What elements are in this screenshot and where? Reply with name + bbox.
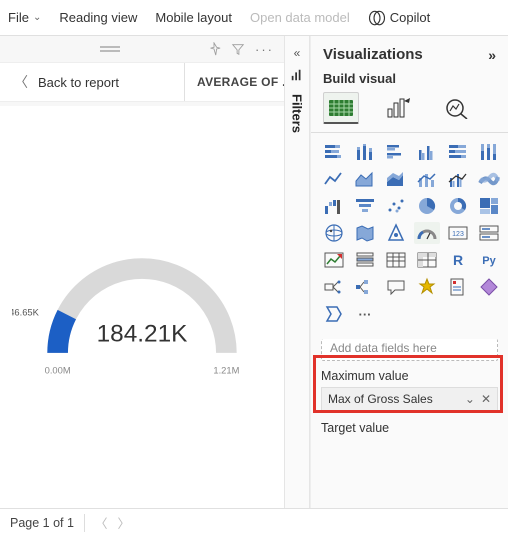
svg-text:123: 123 bbox=[452, 231, 464, 238]
viz-kpi[interactable] bbox=[321, 249, 347, 271]
build-visual-label: Build visual bbox=[311, 71, 508, 92]
field-chip-text: Max of Gross Sales bbox=[328, 392, 433, 406]
viz-paginated-report[interactable] bbox=[445, 276, 471, 298]
menu-mobile-layout[interactable]: Mobile layout bbox=[155, 10, 232, 25]
field-wells: Add data fields here Maximum value Max o… bbox=[311, 325, 508, 508]
menu-file[interactable]: File ⌄ bbox=[8, 10, 41, 25]
menu-file-label: File bbox=[8, 10, 29, 25]
viz-line[interactable] bbox=[321, 168, 347, 190]
viz-card[interactable]: 123 bbox=[445, 222, 471, 244]
filters-pane-collapsed[interactable]: « Filters bbox=[284, 36, 310, 508]
filter-icon[interactable] bbox=[231, 42, 245, 56]
visual-title: AVERAGE OF ... bbox=[184, 63, 284, 101]
chevron-left-icon: 〈 bbox=[14, 72, 28, 92]
viz-power-apps[interactable] bbox=[476, 276, 502, 298]
viz-matrix[interactable] bbox=[414, 249, 440, 271]
viz-100-stacked-bar[interactable] bbox=[445, 141, 471, 163]
viz-gauge[interactable] bbox=[414, 222, 440, 244]
viz-donut[interactable] bbox=[445, 195, 471, 217]
top-menu-bar: File ⌄ Reading view Mobile layout Open d… bbox=[0, 0, 508, 36]
viz-key-influencers[interactable] bbox=[321, 276, 347, 298]
gauge-chart[interactable]: 184.21K 0.00M 1.21M 146.65K bbox=[0, 106, 284, 508]
menu-copilot[interactable]: Copilot bbox=[368, 9, 430, 27]
viz-r-visual[interactable]: R bbox=[445, 249, 471, 271]
viz-ribbon[interactable] bbox=[476, 168, 502, 190]
viz-slicer[interactable] bbox=[352, 249, 378, 271]
viz-stacked-column[interactable] bbox=[352, 141, 378, 163]
close-icon[interactable]: ✕ bbox=[481, 392, 491, 406]
viz-scatter[interactable] bbox=[383, 195, 409, 217]
viz-azure-map[interactable] bbox=[383, 222, 409, 244]
gauge-side-label: 146.65K bbox=[12, 307, 40, 317]
page-prev-icon[interactable]: 〈 bbox=[95, 513, 108, 532]
target-value-label: Target value bbox=[321, 421, 498, 435]
status-bar: Page 1 of 1 〈 〉 bbox=[0, 508, 508, 536]
viz-100-stacked-column[interactable] bbox=[476, 141, 502, 163]
gauge-center-value: 184.21K bbox=[97, 320, 188, 347]
drag-handle-icon[interactable] bbox=[100, 46, 120, 52]
svg-text:Py: Py bbox=[482, 255, 496, 267]
viz-map[interactable] bbox=[321, 222, 347, 244]
page-next-icon[interactable]: 〉 bbox=[117, 513, 130, 532]
copilot-icon bbox=[368, 9, 386, 27]
viz-python-visual[interactable]: Py bbox=[476, 249, 502, 271]
page-nav: 〈 〉 bbox=[95, 513, 130, 532]
viz-area[interactable] bbox=[352, 168, 378, 190]
menu-reading-view[interactable]: Reading view bbox=[59, 10, 137, 25]
viz-line-stacked-column[interactable] bbox=[414, 168, 440, 190]
viz-waterfall[interactable] bbox=[321, 195, 347, 217]
maximum-value-field[interactable]: Max of Gross Sales ⌄ ✕ bbox=[321, 387, 498, 411]
viz-clustered-column[interactable] bbox=[414, 141, 440, 163]
viz-smart-narrative[interactable] bbox=[414, 276, 440, 298]
back-label: Back to report bbox=[38, 75, 119, 90]
viz-decomposition-tree[interactable] bbox=[352, 276, 378, 298]
viz-pie[interactable] bbox=[414, 195, 440, 217]
viz-clustered-bar[interactable] bbox=[383, 141, 409, 163]
svg-text:R: R bbox=[453, 252, 463, 268]
chevron-left-icon[interactable]: « bbox=[294, 46, 301, 60]
chevron-down-icon[interactable]: ⌄ bbox=[465, 392, 475, 406]
menu-copilot-label: Copilot bbox=[390, 10, 430, 25]
menu-open-data-model: Open data model bbox=[250, 10, 350, 25]
viz-table[interactable] bbox=[383, 249, 409, 271]
maximum-value-label: Maximum value bbox=[321, 369, 498, 383]
viz-funnel[interactable] bbox=[352, 195, 378, 217]
report-header: 〈 Back to report AVERAGE OF ... bbox=[0, 62, 284, 102]
gauge-min-label: 0.00M bbox=[45, 365, 71, 375]
back-to-report[interactable]: 〈 Back to report bbox=[0, 72, 184, 92]
more-options-icon[interactable]: ··· bbox=[255, 42, 274, 57]
viz-multi-row-card[interactable] bbox=[476, 222, 502, 244]
bar-chart-icon bbox=[290, 68, 304, 82]
chevron-right-icon[interactable]: » bbox=[488, 47, 496, 63]
page-indicator: Page 1 of 1 bbox=[10, 516, 74, 530]
viz-filled-map[interactable] bbox=[352, 222, 378, 244]
gauge-svg: 184.21K 0.00M 1.21M 146.65K bbox=[12, 231, 272, 381]
visualization-type-grid: 123 R Py ··· bbox=[311, 141, 508, 325]
filters-label: Filters bbox=[290, 94, 305, 133]
add-data-fields-well[interactable]: Add data fields here bbox=[321, 339, 498, 361]
viz-qa[interactable] bbox=[383, 276, 409, 298]
mode-tabs bbox=[311, 92, 508, 130]
pin-icon[interactable] bbox=[207, 42, 221, 56]
main-area: ··· 〈 Back to report AVERAGE OF ... 184.… bbox=[0, 36, 508, 508]
visual-toolbar: ··· bbox=[0, 36, 284, 62]
chevron-down-icon: ⌄ bbox=[33, 12, 41, 23]
tab-analytics[interactable] bbox=[439, 92, 475, 124]
viz-power-automate[interactable] bbox=[321, 303, 347, 325]
viz-more-options[interactable]: ··· bbox=[352, 303, 378, 325]
visualizations-title: Visualizations bbox=[323, 46, 423, 63]
tab-build-visual[interactable] bbox=[323, 92, 359, 124]
gauge-max-label: 1.21M bbox=[213, 365, 239, 375]
viz-line-clustered-column[interactable] bbox=[445, 168, 471, 190]
canvas-column: ··· 〈 Back to report AVERAGE OF ... 184.… bbox=[0, 36, 284, 508]
viz-treemap[interactable] bbox=[476, 195, 502, 217]
viz-stacked-area[interactable] bbox=[383, 168, 409, 190]
viz-stacked-bar[interactable] bbox=[321, 141, 347, 163]
visualizations-pane: Visualizations » Build visual bbox=[310, 36, 508, 508]
tab-format-visual[interactable] bbox=[381, 92, 417, 124]
